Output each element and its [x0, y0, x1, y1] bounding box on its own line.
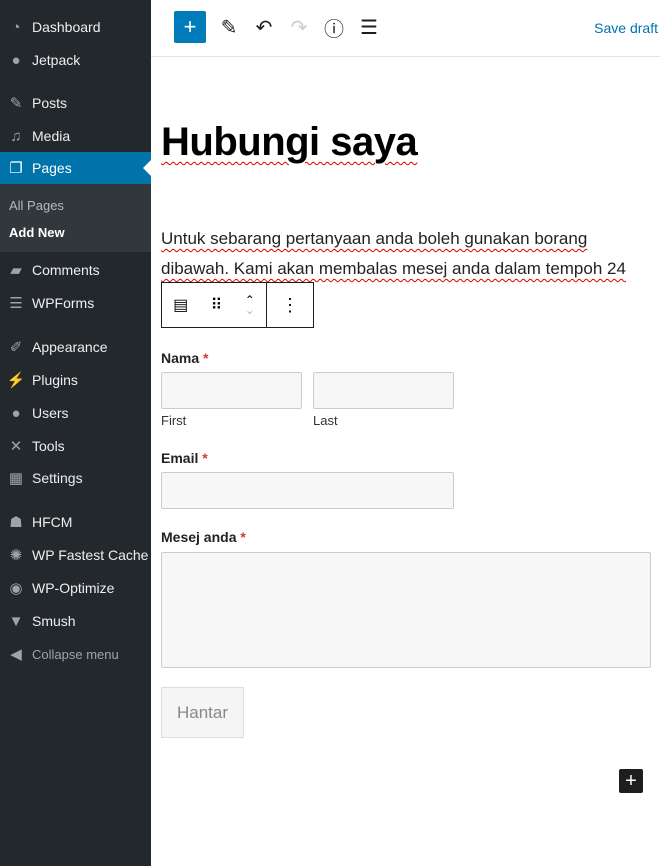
sidebar-item-label: Appearance — [32, 339, 108, 355]
submenu-all-pages[interactable]: All Pages — [9, 198, 64, 213]
smush-icon: ▼ — [8, 612, 24, 630]
first-sublabel: First — [161, 413, 187, 428]
sidebar-item-plugins[interactable]: ⚡ Plugins — [0, 364, 151, 396]
brush-icon: ✐ — [9, 339, 23, 356]
sidebar-item-comments[interactable]: ▰ Comments — [0, 254, 151, 286]
media-icon: ♫ — [10, 127, 22, 145]
redo-icon[interactable]: ↷ — [283, 11, 315, 43]
page-title[interactable]: Hubungi saya — [161, 120, 418, 165]
editor-toolbar: + ✎ ↶ ↷ ⓘ ☰ Save draft — [151, 0, 660, 57]
submenu-add-new[interactable]: Add New — [9, 225, 65, 240]
move-up-down-icon[interactable]: ⌃ ⌄ — [245, 294, 255, 316]
wpforms-block-icon[interactable]: ▤ — [173, 295, 188, 315]
sidebar-item-label: Plugins — [32, 372, 78, 388]
wrench-icon: ✕ — [9, 438, 23, 455]
comment-icon: ▰ — [10, 262, 22, 279]
last-sublabel: Last — [313, 413, 338, 428]
sidebar-item-label: WP-Optimize — [32, 580, 115, 596]
sidebar-item-label: Users — [32, 405, 69, 421]
email-label: Email * — [161, 450, 208, 466]
sidebar-item-wpforms[interactable]: ☰ WPForms — [0, 287, 151, 319]
sidebar-item-media[interactable]: ♫ Media — [0, 120, 151, 152]
sidebar-item-label: Dashboard — [32, 19, 101, 35]
pencil-icon[interactable]: ✎ — [213, 11, 245, 43]
user-icon: ● — [11, 404, 21, 422]
pages-submenu: All Pages Add New — [0, 184, 151, 252]
message-textarea[interactable] — [161, 552, 651, 668]
sidebar-item-label: WPForms — [32, 295, 95, 311]
pages-icon: ❐ — [9, 160, 23, 177]
save-draft-button[interactable]: Save draft — [594, 20, 658, 36]
submit-button[interactable]: Hantar — [161, 687, 244, 738]
more-options-icon[interactable]: ⋮ — [267, 283, 313, 327]
plugin-icon: ⚡ — [6, 372, 26, 389]
sidebar-item-label: Media — [32, 128, 71, 144]
sidebar-item-wp-optimize[interactable]: ◉ WP-Optimize — [0, 572, 151, 604]
collapse-icon: ◀ — [10, 646, 22, 663]
optimize-icon: ◉ — [9, 580, 23, 597]
paragraph-block[interactable]: Untuk sebarang pertanyaan anda boleh gun… — [161, 224, 651, 284]
sidebar-item-label: Smush — [32, 613, 76, 629]
drag-handle-icon[interactable]: ⠿ — [211, 295, 223, 315]
sidebar-item-label: WP Fastest Cache — [32, 547, 149, 563]
outline-icon[interactable]: ☰ — [353, 11, 385, 43]
sidebar-item-label: Collapse menu — [32, 646, 119, 662]
add-block-inline-button[interactable]: + — [619, 769, 643, 793]
sidebar-item-label: Tools — [32, 438, 65, 454]
last-name-input[interactable] — [313, 372, 454, 409]
sidebar-item-label: Comments — [32, 262, 100, 278]
sidebar-item-dashboard[interactable]: ◔ Dashboard — [0, 11, 151, 43]
pin-icon: ✎ — [9, 95, 23, 112]
email-input[interactable] — [161, 472, 454, 509]
dashboard-icon: ◔ — [11, 18, 21, 36]
sidebar-item-label: Pages — [32, 160, 72, 176]
sidebar-item-posts[interactable]: ✎ Posts — [0, 87, 151, 119]
cheetah-icon: ✺ — [9, 547, 23, 564]
sidebar-item-label: Settings — [32, 470, 83, 486]
sidebar-item-label: Jetpack — [32, 52, 81, 68]
sidebar-item-settings[interactable]: ▦ Settings — [0, 462, 151, 494]
sidebar-item-smush[interactable]: ▼ Smush — [0, 605, 151, 637]
jetpack-icon: ● — [11, 51, 21, 69]
sidebar-item-label: HFCM — [32, 514, 73, 530]
message-label: Mesej anda * — [161, 529, 246, 545]
settings-icon: ▦ — [8, 470, 24, 487]
sidebar-item-appearance[interactable]: ✐ Appearance — [0, 331, 151, 363]
wpforms-icon: ☰ — [9, 295, 23, 312]
sidebar-item-collapse-menu[interactable]: ◀ Collapse menu — [0, 638, 151, 670]
info-icon[interactable]: ⓘ — [318, 11, 350, 43]
sidebar-item-users[interactable]: ● Users — [0, 397, 151, 429]
undo-icon[interactable]: ↶ — [248, 11, 280, 43]
add-block-button[interactable]: + — [174, 11, 206, 43]
sidebar-item-pages[interactable]: ❐ Pages — [0, 152, 151, 184]
hfcm-icon: ☗ — [9, 514, 23, 531]
name-label: Nama * — [161, 350, 209, 366]
sidebar-item-wp-fastest-cache[interactable]: ✺ WP Fastest Cache — [0, 539, 151, 571]
block-toolbar: ▤ ⠿ ⌃ ⌄ ⋮ — [161, 282, 314, 328]
admin-sidebar: ◔ Dashboard ● Jetpack ✎ Posts ♫ Media ❐ Pages ▰ Com… — [0, 0, 151, 866]
sidebar-item-jetpack[interactable]: ● Jetpack — [0, 44, 151, 76]
first-name-input[interactable] — [161, 372, 302, 409]
sidebar-item-label: Posts — [32, 95, 68, 111]
sidebar-item-hfcm[interactable]: ☗ HFCM — [0, 506, 151, 538]
sidebar-item-tools[interactable]: ✕ Tools — [0, 430, 151, 462]
